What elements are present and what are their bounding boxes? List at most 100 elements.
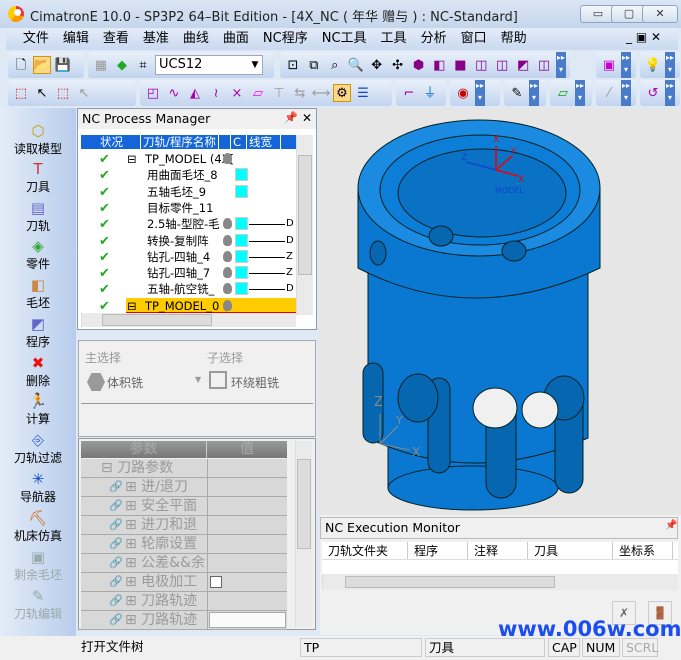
sidebar-item-simulation[interactable]: ⛏ 机床仿真 [0, 509, 76, 544]
rotate-axis-icon[interactable]: ↺ [644, 84, 662, 102]
color-swatch[interactable] [235, 249, 248, 263]
menu-tools[interactable]: 工具 [374, 28, 414, 50]
sidebar-item-execute[interactable]: 🏃 计算 [0, 392, 76, 427]
tree-row[interactable]: ✔ 用曲面毛坯_8 [81, 167, 296, 183]
tree-row[interactable]: ✔ 五轴毛坯_9 [81, 184, 296, 200]
color-swatch[interactable] [235, 184, 248, 198]
model-view[interactable]: X Y X Z MODEL Z Y X [318, 108, 681, 515]
param-row[interactable]: ⊟ 刀路参数 [81, 459, 287, 478]
param-row[interactable]: 🔗 ⊞ 刀路轨迹 [81, 592, 287, 611]
col-linewidth[interactable]: 线宽 [247, 135, 281, 149]
nc-geometry-icon[interactable]: ◰ [144, 84, 162, 102]
scroll-thumb[interactable] [298, 155, 312, 275]
nc-dimension-icon[interactable]: ⟷ [312, 84, 331, 102]
probe-icon[interactable]: ⁄ [600, 84, 618, 102]
color-swatch[interactable] [235, 217, 248, 231]
select-filter-icon[interactable]: ⬚ [54, 84, 72, 102]
rotate-icon[interactable]: ✣ [389, 56, 407, 74]
sidebar-item-toolpath[interactable]: ▤ 刀轨 [0, 199, 76, 234]
zoom-icon[interactable]: 🔍 [347, 56, 365, 74]
nc-point-icon[interactable]: × [228, 84, 246, 102]
zoom-window-icon[interactable]: ⧉ [305, 56, 323, 74]
scroll-thumb[interactable] [345, 576, 555, 588]
sidebar-item-procedure[interactable]: ◩ 程序 [0, 315, 76, 350]
nc-list-icon[interactable]: ☰ [354, 84, 372, 102]
scroll-thumb[interactable] [102, 314, 212, 326]
param-row[interactable]: 🔗 ⊞ 电极加工 [81, 573, 287, 592]
view-bottom-icon[interactable]: ◫ [493, 56, 511, 74]
nc-curve-icon[interactable]: ≀ [207, 84, 225, 102]
view-back-icon[interactable]: ■ [451, 56, 469, 74]
select-mode-icon[interactable]: ↖ [75, 84, 93, 102]
scroll-thumb[interactable] [297, 459, 311, 549]
menu-surface[interactable]: 曲面 [216, 28, 256, 50]
plane-icon[interactable]: ▱ [554, 84, 572, 102]
col-visibility[interactable] [219, 135, 231, 149]
sidebar-item-navigator[interactable]: ✳ 导航器 [0, 470, 76, 505]
visibility-bulb-icon[interactable] [223, 283, 232, 295]
ucs-dropdown[interactable]: UCS12 ▼ [155, 55, 263, 75]
toolbar-overflow-button[interactable]: ▸▸ ▾ [575, 80, 585, 106]
view-left-icon[interactable]: ◩ [514, 56, 532, 74]
menu-nc-procedure[interactable]: NC程序 [256, 28, 315, 50]
menu-nc-tools[interactable]: NC工具 [315, 28, 374, 50]
menu-help[interactable]: 帮助 [494, 28, 534, 50]
shaded-view-icon[interactable]: ⬢ [410, 56, 428, 74]
nc-transform-icon[interactable]: ⇆ [291, 84, 309, 102]
vertical-scrollbar[interactable] [295, 441, 312, 627]
toolbar-overflow-button[interactable]: ▸▸ ▾ [621, 52, 631, 78]
param-row[interactable]: 🔗 ⊞ 刀路轨迹 [81, 611, 287, 630]
col-toolpath-folder[interactable]: 刀轨文件夹 [322, 542, 408, 559]
nc-contour-icon[interactable]: ∿ [165, 84, 183, 102]
menu-view[interactable]: 查看 [96, 28, 136, 50]
sidebar-item-tool[interactable]: T 刀具 [0, 160, 76, 195]
toolbar-overflow-button[interactable]: ▸▸ ▾ [621, 80, 631, 106]
nc-surface-icon[interactable]: ◭ [186, 84, 204, 102]
ucs-manager-icon[interactable]: ▦ [92, 56, 110, 74]
sketch-pencil-icon[interactable]: ✎ [508, 84, 526, 102]
pan-icon[interactable]: ✥ [368, 56, 386, 74]
tree-row[interactable]: ✔ 五轴-航空铣_ D [81, 281, 296, 297]
toolbar-overflow-button[interactable]: ▸▸ ▾ [475, 80, 485, 106]
visibility-bulb-icon[interactable] [223, 299, 232, 311]
color-swatch[interactable] [235, 233, 248, 247]
chevron-down-icon[interactable]: ▼ [248, 56, 262, 74]
pin-icon[interactable]: 📌 [665, 520, 677, 531]
new-file-icon[interactable]: 🗋 [12, 56, 30, 74]
toolbar-overflow-button[interactable]: ▸▸ ▾ [665, 52, 675, 78]
param-row[interactable]: 🔗 ⊞ 公差&&余 [81, 554, 287, 573]
nc-sim-icon[interactable]: ◉ [454, 84, 472, 102]
param-value[interactable] [207, 516, 287, 534]
visibility-bulb-icon[interactable] [223, 153, 232, 164]
col-color[interactable]: C [231, 135, 247, 149]
vertical-scrollbar[interactable] [296, 135, 313, 315]
collapse-icon[interactable]: ⊟ [127, 151, 137, 167]
select-box-icon[interactable]: ⬚ [12, 84, 30, 102]
tree-row[interactable]: ✔ 目标零件_11 [81, 200, 296, 216]
horizontal-scrollbar[interactable] [81, 313, 296, 327]
visibility-bulb-icon[interactable] [223, 218, 232, 230]
color-swatch[interactable] [235, 266, 248, 280]
deselect-icon[interactable]: ↖ [33, 84, 51, 102]
nc-funnel-icon[interactable]: ⏚ [421, 84, 439, 102]
param-row[interactable]: 🔗 ⊞ 轮廓设置 [81, 535, 287, 554]
param-value[interactable] [207, 611, 287, 629]
close-button[interactable]: ✕ [642, 5, 678, 23]
param-value[interactable] [207, 478, 287, 496]
open-folder-icon[interactable]: 📂 [33, 56, 51, 74]
param-value[interactable] [207, 554, 287, 572]
sidebar-item-delete[interactable]: ✖ 删除 [0, 354, 76, 389]
param-value[interactable] [207, 592, 287, 610]
visibility-bulb-icon[interactable] [223, 250, 232, 262]
mdi-controls[interactable]: _ ▣ ✕ [626, 30, 661, 44]
view-right-icon[interactable]: ◫ [535, 56, 553, 74]
tree-row[interactable]: ✔ 钻孔-四轴_7 Z [81, 265, 296, 281]
tree-row[interactable]: ✔ ⊟ TP_MODEL_0 ( [99, 297, 296, 314]
sidebar-item-filter[interactable]: ⎆ 刀轨过滤 [0, 431, 76, 466]
3d-viewport[interactable]: X Y X Z MODEL Z Y X [318, 108, 681, 515]
menu-edit[interactable]: 编辑 [56, 28, 96, 50]
param-input[interactable] [209, 612, 286, 628]
save-icon[interactable]: 💾 [54, 56, 72, 74]
menu-analysis[interactable]: 分析 [414, 28, 454, 50]
col-procedure[interactable]: 程序 [408, 542, 468, 559]
